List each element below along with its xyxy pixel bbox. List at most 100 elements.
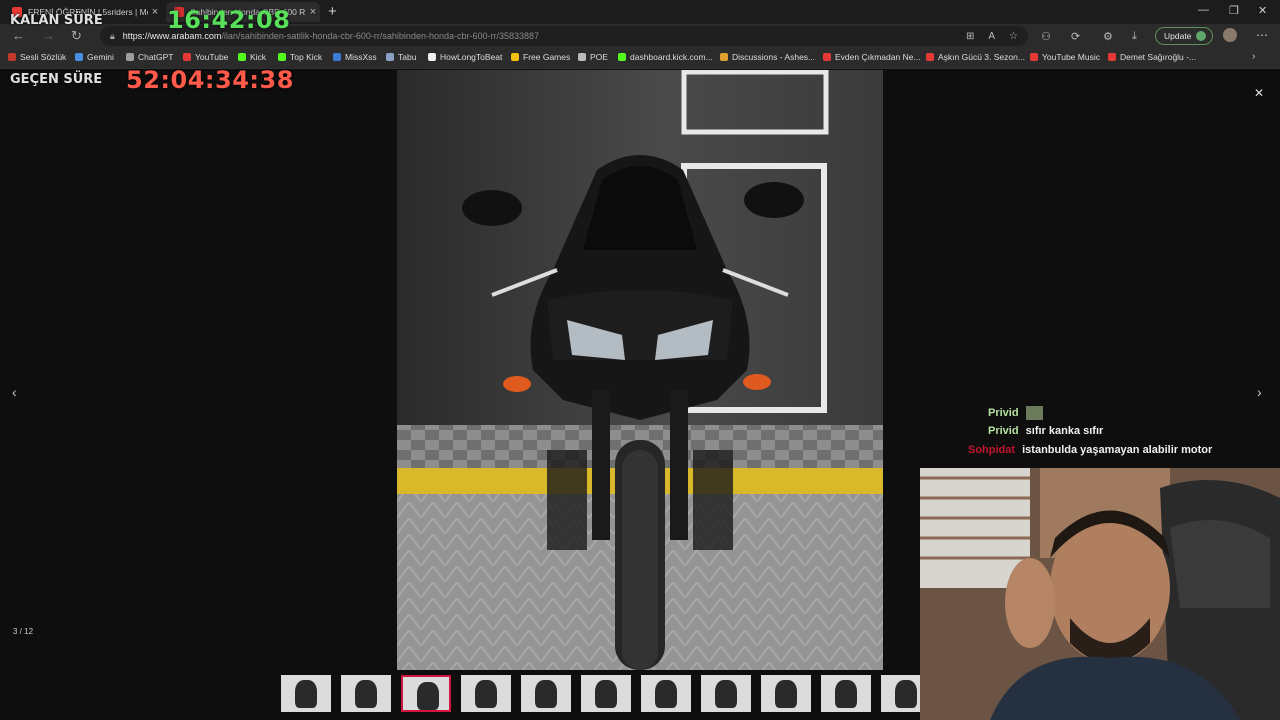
bookmark-item[interactable]: Evden Çıkmadan Ne... — [823, 52, 921, 62]
bookmark-item[interactable]: POE — [578, 52, 608, 62]
refresh-extension-icon[interactable]: ⟳ — [1071, 30, 1080, 43]
bookmark-favicon-icon — [1030, 53, 1038, 61]
bookmark-label: Free Games — [523, 52, 571, 62]
bookmark-label: Discussions - Ashes... — [732, 52, 816, 62]
bookmark-item[interactable]: Sesli Sözlük — [8, 52, 66, 62]
thumbnail-motorcycle-image — [595, 680, 617, 708]
chat-message: Sohpidat istanbulda yaşamayan alabilir m… — [968, 444, 1212, 456]
new-tab-icon[interactable]: + — [328, 3, 337, 20]
bookmark-label: Top Kick — [290, 52, 323, 62]
update-button[interactable]: Update — [1155, 27, 1214, 45]
bookmark-favicon-icon — [386, 53, 394, 61]
back-icon[interactable]: ← — [12, 28, 25, 43]
lock-icon[interactable]: 🔒︎ — [110, 31, 115, 42]
elapsed-time-value: 52:04:34:38 — [126, 66, 294, 94]
bookmark-label: MissXss — [345, 52, 377, 62]
bookmark-item[interactable]: Tabu — [386, 52, 416, 62]
gallery-thumbnail[interactable] — [461, 675, 511, 712]
bookmark-favicon-icon — [126, 53, 134, 61]
apps-grid-icon[interactable]: ⊞ — [966, 31, 974, 42]
bookmark-item[interactable]: Discussions - Ashes... — [720, 52, 815, 62]
bookmark-favicon-icon — [578, 53, 586, 61]
thumbnail-motorcycle-image — [417, 682, 439, 710]
thumbnail-motorcycle-image — [895, 680, 917, 708]
bookmark-label: Gemini — [87, 52, 114, 62]
read-aloud-icon[interactable]: A — [988, 31, 995, 42]
bookmark-item[interactable]: YouTube Music — [1030, 52, 1100, 62]
gallery-thumbnail[interactable] — [701, 675, 751, 712]
forward-icon[interactable]: → — [42, 28, 55, 43]
bookmark-favicon-icon — [926, 53, 934, 61]
bookmark-favicon-icon — [511, 53, 519, 61]
close-tab-icon[interactable]: × — [148, 6, 162, 18]
bookmark-label: Sesli Sözlük — [20, 52, 67, 62]
restore-icon[interactable]: ❐ — [1229, 4, 1239, 17]
download-icon[interactable]: ⤓ — [1132, 30, 1137, 43]
chat-username: Privid — [988, 406, 1019, 419]
bookmark-label: dashboard.kick.com... — [630, 52, 713, 62]
thumbnail-motorcycle-image — [835, 680, 857, 708]
bookmark-item[interactable]: Free Games — [511, 52, 570, 62]
tools-icon[interactable]: ⚙ — [1103, 30, 1113, 43]
elapsed-time-label: GEÇEN SÜRE — [10, 72, 103, 87]
bookmark-label: YouTube Music — [1042, 52, 1100, 62]
chat-message: Privid sıfır kanka sıfır — [988, 425, 1103, 437]
bookmark-label: Demet Sağıroğlu -... — [1120, 52, 1197, 62]
reload-icon[interactable]: ↻ — [71, 28, 82, 44]
bookmark-favicon-icon — [618, 53, 626, 61]
chat-username: Privid — [988, 425, 1019, 437]
bookmarks-overflow-chevron-icon[interactable]: › — [1252, 51, 1255, 62]
gallery-thumbnail[interactable] — [521, 675, 571, 712]
gallery-thumbnail[interactable] — [761, 675, 811, 712]
bookmark-favicon-icon — [278, 53, 286, 61]
close-tab-icon[interactable]: × — [306, 6, 320, 18]
bookmark-label: Evden Çıkmadan Ne... — [835, 52, 921, 62]
bookmark-item[interactable]: HowLongToBeat — [428, 52, 502, 62]
gallery-thumbnail[interactable] — [341, 675, 391, 712]
bookmark-item[interactable]: Demet Sağıroğlu -... — [1108, 52, 1196, 62]
minimize-icon[interactable]: — — [1198, 4, 1209, 16]
thumbnail-strip — [281, 674, 921, 713]
motorcycle-photo-image — [397, 70, 883, 670]
bookmark-favicon-icon — [183, 53, 191, 61]
thumbnail-motorcycle-image — [475, 680, 497, 708]
close-gallery-icon[interactable]: ✕ — [1254, 86, 1264, 100]
thumbnail-motorcycle-image — [535, 680, 557, 708]
previous-image-arrow-icon[interactable]: ‹ — [12, 384, 17, 400]
remaining-time-label: KALAN SÜRE — [10, 13, 103, 28]
gallery-thumbnail[interactable] — [881, 675, 921, 712]
thumbnail-motorcycle-image — [775, 680, 797, 708]
bookmark-item[interactable]: ChatGPT — [126, 52, 173, 62]
image-counter: 3 / 12 — [13, 627, 34, 636]
close-window-icon[interactable]: ✕ — [1258, 4, 1267, 17]
bookmark-item[interactable]: Gemini — [75, 52, 114, 62]
extension-icon[interactable]: ⚇ — [1041, 30, 1051, 43]
bookmark-item[interactable]: Top Kick — [278, 52, 322, 62]
remaining-time-value: 16:42:08 — [167, 6, 291, 34]
gallery-thumbnail[interactable] — [641, 675, 691, 712]
chat-text: istanbulda yaşamayan alabilir motor — [1022, 444, 1213, 456]
bookmark-item[interactable]: MissXss — [333, 52, 377, 62]
streamer-webcam — [920, 468, 1280, 720]
chat-username: Sohpidat — [968, 444, 1016, 456]
bookmark-item[interactable]: dashboard.kick.com... — [618, 52, 713, 62]
bookmark-label: YouTube — [195, 52, 229, 62]
thumbnail-motorcycle-image — [355, 680, 377, 708]
update-icon — [1196, 31, 1207, 41]
profile-avatar[interactable] — [1223, 28, 1237, 42]
favorite-star-icon[interactable]: ☆ — [1009, 31, 1018, 42]
gallery-thumbnail[interactable] — [281, 675, 331, 712]
thumbnail-motorcycle-image — [655, 680, 677, 708]
chat-message: Privid — [988, 406, 1043, 420]
gallery-thumbnail[interactable] — [581, 675, 631, 712]
next-image-arrow-icon[interactable]: › — [1257, 384, 1262, 400]
more-menu-icon[interactable]: ⋯ — [1256, 28, 1268, 42]
gallery-thumbnail[interactable] — [401, 675, 451, 712]
bookmark-item[interactable]: YouTube — [183, 52, 228, 62]
update-label: Update — [1164, 31, 1192, 41]
bookmark-item[interactable]: Kick — [238, 52, 266, 62]
gallery-thumbnail[interactable] — [821, 675, 871, 712]
chat-text: sıfır kanka sıfır — [1025, 425, 1104, 437]
bookmark-item[interactable]: Aşkın Gücü 3. Sezon... — [926, 52, 1025, 62]
bookmark-label: HowLongToBeat — [440, 52, 503, 62]
